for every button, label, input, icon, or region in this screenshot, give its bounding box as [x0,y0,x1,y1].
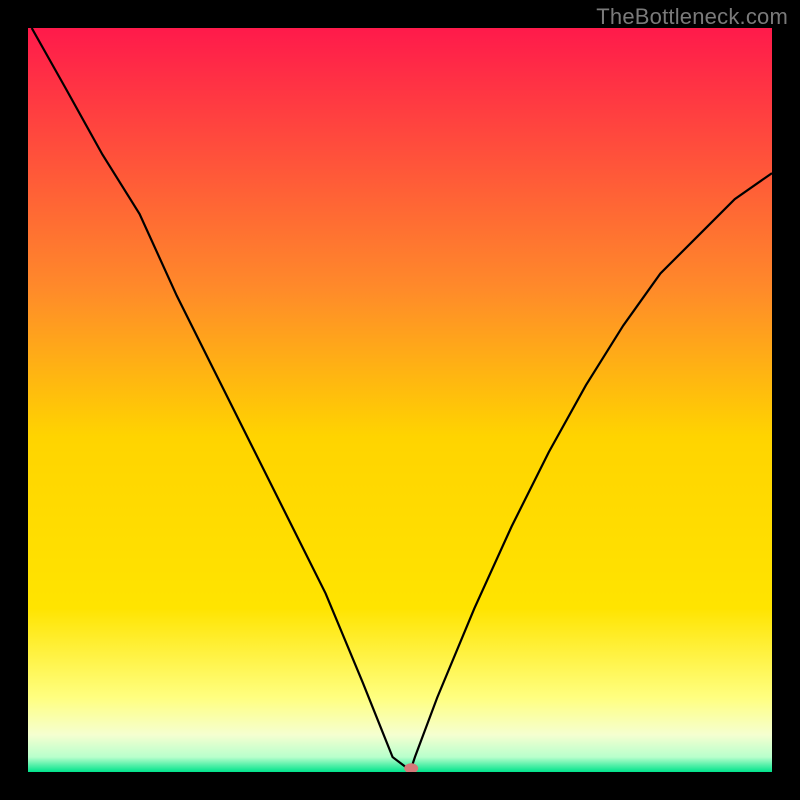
gradient-background [28,28,772,772]
bottleneck-chart [28,28,772,772]
watermark-text: TheBottleneck.com [596,4,788,30]
chart-stage: TheBottleneck.com [0,0,800,800]
plot-area [28,28,772,772]
